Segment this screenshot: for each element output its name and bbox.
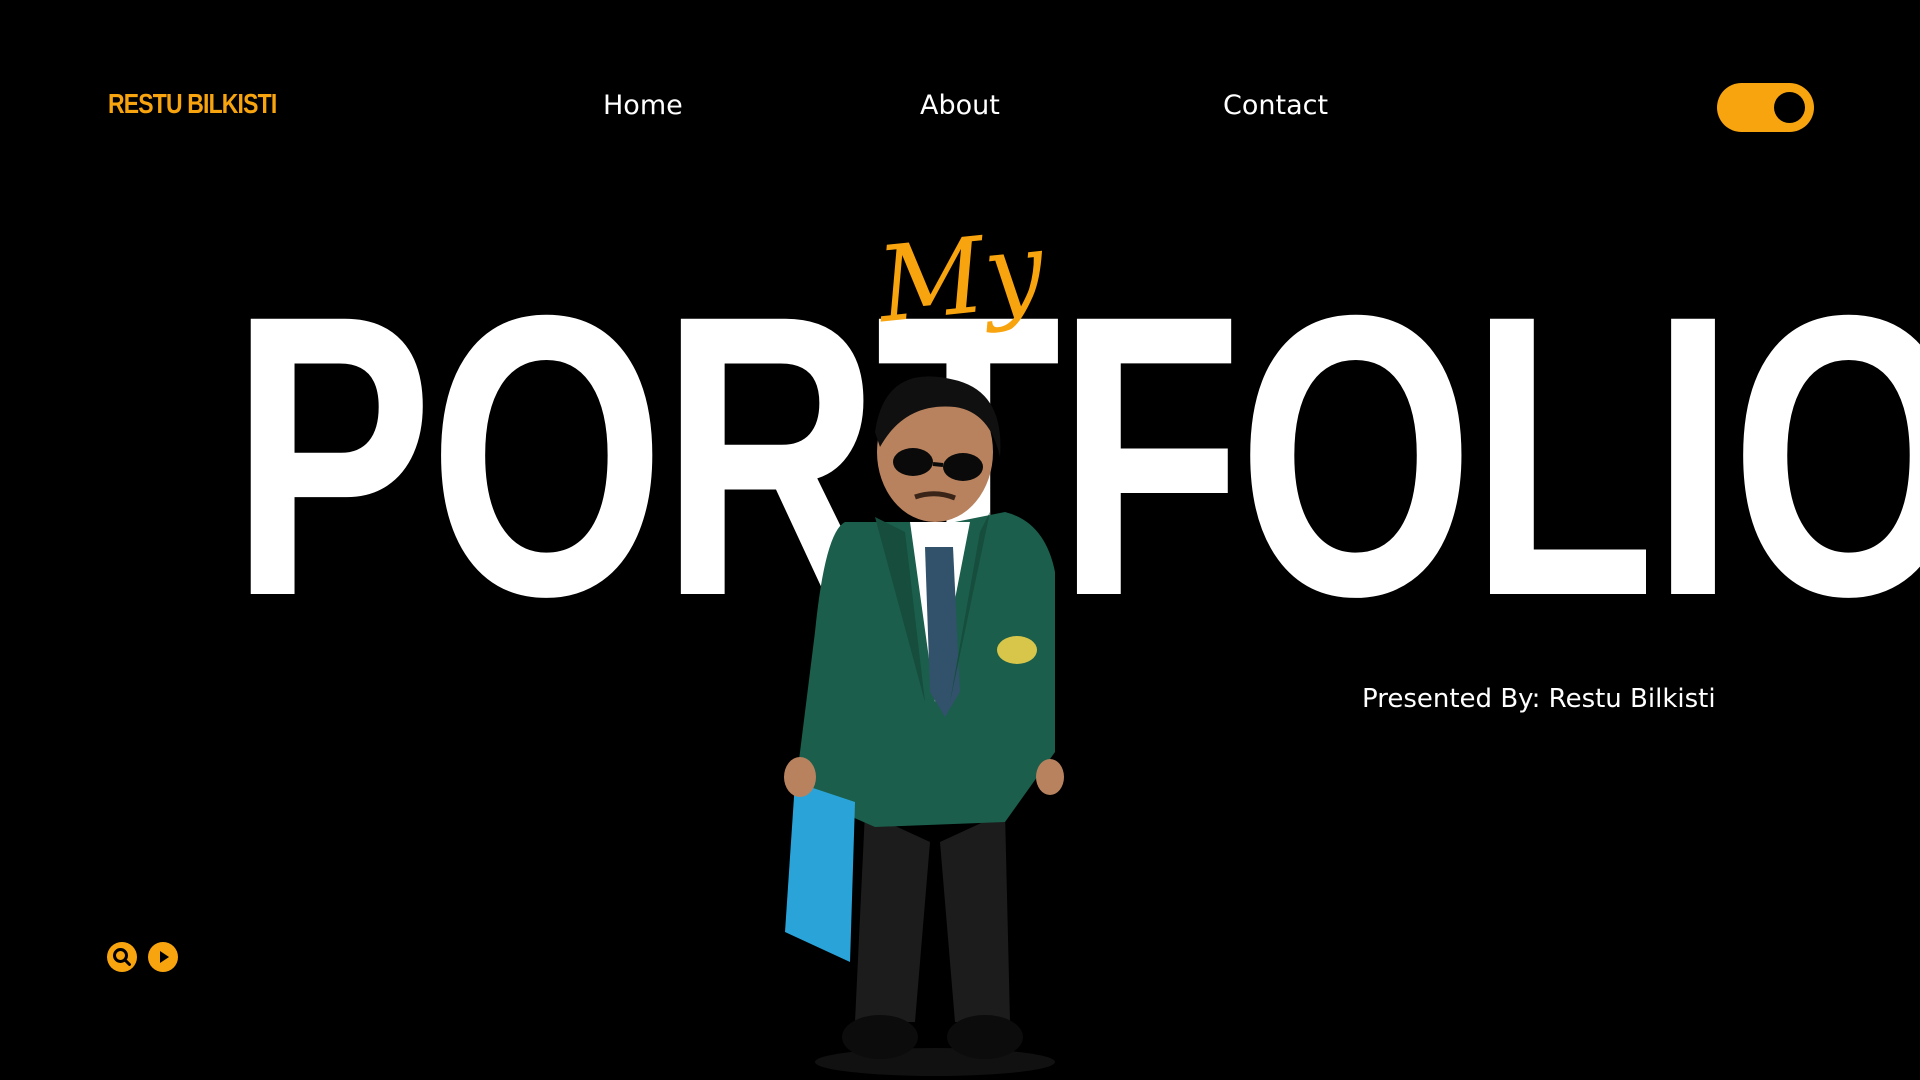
search-icon-glyph bbox=[113, 948, 131, 966]
nav-home-link[interactable]: Home bbox=[603, 90, 683, 121]
hero-script-title: My bbox=[872, 207, 1050, 347]
nav-contact-link[interactable]: Contact bbox=[1223, 90, 1328, 121]
portrait-photo bbox=[784, 376, 1064, 1076]
nav-about-link[interactable]: About bbox=[920, 90, 1000, 121]
play-icon[interactable] bbox=[148, 942, 178, 972]
theme-toggle[interactable] bbox=[1717, 83, 1814, 132]
brand-logo[interactable]: RESTU BILKISTI bbox=[108, 88, 277, 120]
play-icon-glyph bbox=[160, 951, 169, 963]
search-icon[interactable] bbox=[107, 942, 137, 972]
toggle-knob bbox=[1774, 92, 1805, 123]
presented-by-text: Presented By: Restu Bilkisti bbox=[1362, 684, 1716, 714]
